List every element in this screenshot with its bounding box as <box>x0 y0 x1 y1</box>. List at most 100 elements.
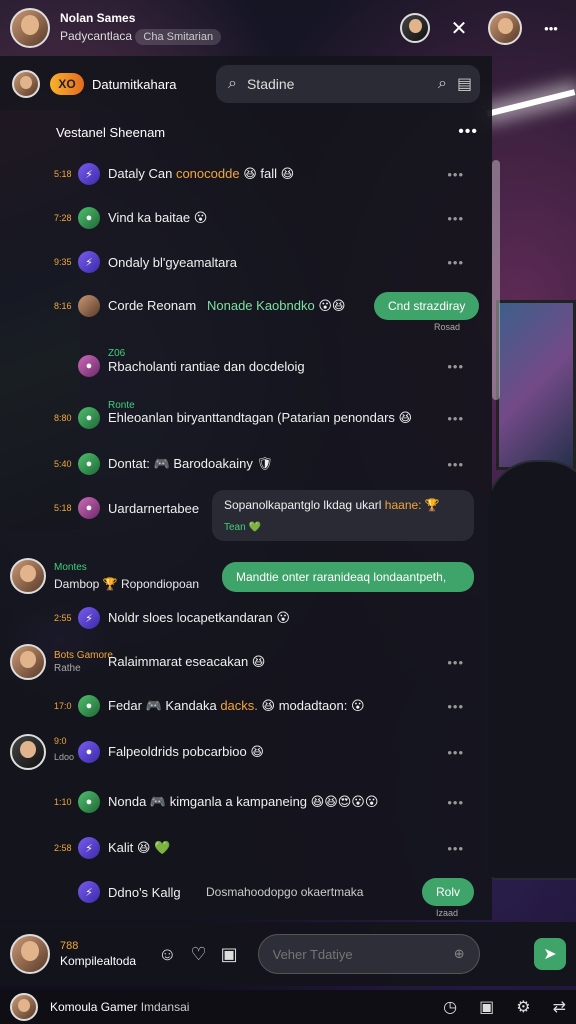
share-icon[interactable]: ⇄ <box>553 997 566 1017</box>
compose-tools: ☺ ♡ ▣ <box>158 944 238 965</box>
message-more-icon[interactable]: ••• <box>447 457 464 472</box>
message-more-icon[interactable]: ••• <box>447 795 464 810</box>
message-body: Fedar 🎮 Kandaka <box>108 698 217 713</box>
message-more-icon[interactable]: ••• <box>447 211 464 226</box>
message-time: 7:28 <box>54 213 72 223</box>
my-avatar[interactable] <box>10 934 50 974</box>
message-time: 9:0 <box>54 736 67 746</box>
user-avatar[interactable]: ⚡ <box>78 607 100 629</box>
reply-bubble[interactable]: Mandtie onter raranideaq londaantpeth, <box>222 562 474 592</box>
side-user: Bots Gamore Rathe <box>10 644 113 680</box>
message-more-icon[interactable]: ••• <box>447 699 464 714</box>
message-more-icon[interactable]: ••• <box>447 745 464 760</box>
footer-bar: Komoula Gamer Imdansai ◷ ▣ ⚙ ⇄ <box>0 990 576 1024</box>
message-time: 2:55 <box>54 613 72 623</box>
user-avatar[interactable]: ⚡ <box>78 251 100 273</box>
user-avatar[interactable]: ● <box>78 407 100 429</box>
message-time: 5:18 <box>54 169 72 179</box>
user-avatar-small[interactable]: ● <box>78 741 100 763</box>
message-more-icon[interactable]: ••• <box>447 655 464 670</box>
profile-avatar[interactable] <box>488 11 522 45</box>
clock-icon[interactable]: ◷ <box>443 997 457 1017</box>
message-more-icon[interactable]: ••• <box>447 841 464 856</box>
compose-user: 788 Kompilealtoda <box>60 940 136 968</box>
gift-icon[interactable]: ▣ <box>221 944 238 965</box>
user-tag: Bots Gamore <box>54 650 113 661</box>
attach-icon[interactable]: ⊕ <box>454 946 465 962</box>
chat-list-icon[interactable]: ▤ <box>457 74 472 94</box>
user-avatar[interactable]: ● <box>78 207 100 229</box>
user-avatar[interactable]: ● <box>78 453 100 475</box>
message-text: Dontat: 🎮 Barodoakainy 🛡 <box>108 456 273 471</box>
room-header: Vestanel Sheenam ••• <box>0 112 492 152</box>
brand: XO Datumitkahara <box>50 73 177 95</box>
message-text: Nonda 🎮 kimganla a kampaneing 😆😆😍😮😮 <box>108 794 379 809</box>
reply-bubble[interactable]: Rolv <box>422 878 475 906</box>
emoji-icon[interactable]: ☺ <box>158 944 176 965</box>
reply-bubble[interactable]: Cnd strazdiray <box>374 292 480 320</box>
message-more-icon[interactable]: ••• <box>447 359 464 374</box>
user-avatar[interactable]: ● <box>78 695 100 717</box>
coin-count: 788 <box>60 940 79 952</box>
user-tag: Montes <box>54 561 87 573</box>
send-button[interactable]: ➤ <box>534 938 566 970</box>
user-avatar[interactable] <box>78 295 100 317</box>
footer-name: Komoula Gamer Imdansai <box>50 1000 189 1014</box>
message-text: Kalit 😆 💚 <box>108 840 171 855</box>
message-text: Ondaly bl'gyeamaltara <box>108 254 237 270</box>
search-bar[interactable]: ⌕ ⌕ ▤ <box>216 65 480 103</box>
user-avatar[interactable]: ● <box>78 355 100 377</box>
user-sub: Ldoo <box>54 752 75 762</box>
side-user: Montes Dambop 🏆 Ropondiopoan <box>10 558 199 594</box>
user-tag: Z06 <box>108 348 126 359</box>
message-more-icon[interactable]: ••• <box>447 167 464 182</box>
streamer-name: Nolan Sames <box>60 11 136 25</box>
top-bar: Nolan Sames Padycantlaca Cha Smitarian ✕… <box>0 0 576 56</box>
brand-name: Datumitkahara <box>92 76 177 92</box>
more-icon[interactable]: ••• <box>536 13 566 43</box>
heart-icon[interactable]: ♡ <box>190 944 206 965</box>
message-text: Falpeoldrids pobcarbioo 😆 <box>108 744 264 759</box>
user-avatar[interactable]: ⚡ <box>78 837 100 859</box>
streamer-avatar[interactable] <box>10 8 50 48</box>
user-avatar[interactable]: ● <box>78 791 100 813</box>
room-more-icon[interactable]: ••• <box>458 123 478 141</box>
footer-sub: Imdansai <box>140 1000 190 1014</box>
message-more-icon[interactable]: ••• <box>447 255 464 270</box>
viewer-avatar[interactable] <box>400 13 430 43</box>
close-icon[interactable]: ✕ <box>444 13 474 43</box>
user-avatar[interactable] <box>10 734 46 770</box>
brand-badge: XO <box>50 73 84 95</box>
channel-avatar[interactable] <box>12 70 40 98</box>
neon-light <box>486 89 576 117</box>
footer-avatar[interactable] <box>10 993 38 1021</box>
settings-icon[interactable]: ⚙ <box>516 997 530 1017</box>
card-sub: Tean <box>224 522 246 533</box>
search-go-icon[interactable]: ⌕ <box>438 75 447 93</box>
message-field[interactable]: ⊕ <box>257 934 480 974</box>
user-avatar[interactable] <box>10 558 46 594</box>
message-more-icon[interactable]: ••• <box>447 411 464 426</box>
message-tail: 😆 modadtaon: 😮 <box>261 698 365 713</box>
user-avatar[interactable]: ● <box>78 497 100 519</box>
message-meta: Izaad <box>436 908 459 918</box>
category-pill[interactable]: Cha Smitarian <box>135 29 222 45</box>
message-body: Dataly Can <box>108 166 173 181</box>
user-avatar[interactable]: ⚡ <box>78 163 100 185</box>
gaming-chair <box>486 460 576 880</box>
user-avatar[interactable]: ⚡ <box>78 881 100 903</box>
chat-icon[interactable]: ▣ <box>479 997 494 1017</box>
card-text: Sopanolkapantglo lkdag ukarl <box>224 498 382 512</box>
message-time: 9:35 <box>54 257 72 267</box>
message-text: Dambop 🏆 Ropondiopoan <box>54 576 200 591</box>
card-subtitle: Tean 💚 <box>224 522 261 533</box>
user-avatar[interactable] <box>10 644 46 680</box>
message-card[interactable]: Sopanolkapantglo lkdag ukarl haane: 🏆 Te… <box>212 490 474 541</box>
streamer-subtitle: Padycantlaca Cha Smitarian <box>60 29 222 45</box>
message-input[interactable] <box>272 946 454 962</box>
chat-scrollbar[interactable] <box>492 160 500 400</box>
search-input[interactable] <box>246 76 428 92</box>
background-monitor <box>496 300 576 470</box>
message-tail: 😮😆 <box>318 298 346 313</box>
streamer-handle: Padycantlaca <box>60 29 133 43</box>
